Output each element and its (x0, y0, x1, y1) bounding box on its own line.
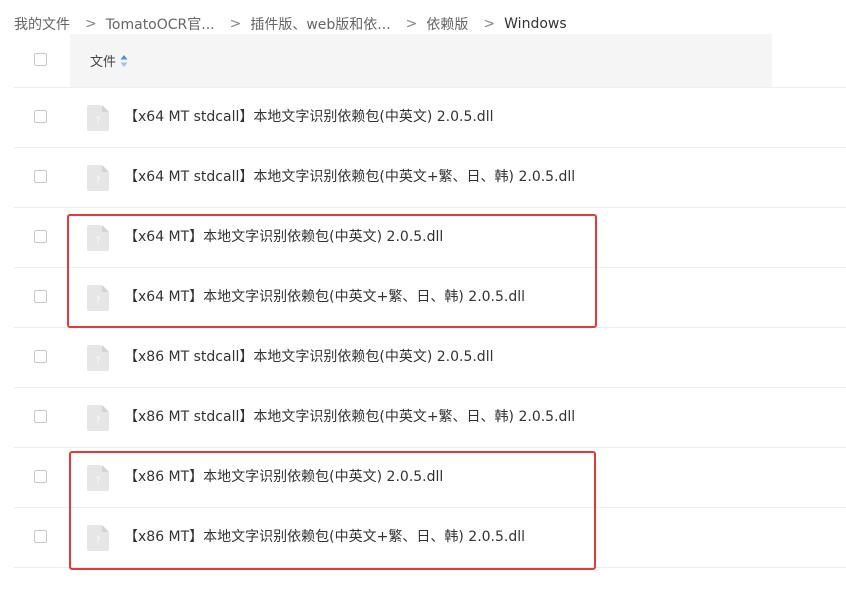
table-row[interactable]: ? 【x86 MT stdcall】本地文字识别依赖包(中英文) 2.0.5.dl… (14, 328, 846, 388)
svg-text:?: ? (96, 296, 101, 306)
row-checkbox[interactable] (34, 350, 47, 363)
row-checkbox[interactable] (34, 530, 47, 543)
breadcrumb-plugin-web[interactable]: 插件版、web版和依... (250, 14, 390, 34)
file-cell: ? 【x64 MT】本地文字识别依赖包(中英文+繁、日、韩) 2.0.5.dll (70, 268, 772, 327)
breadcrumb-separator: > (229, 16, 242, 32)
svg-text:?: ? (96, 236, 101, 246)
file-name-link[interactable]: 【x86 MT】本地文字识别依赖包(中英文) 2.0.5.dll (124, 448, 443, 507)
file-name-link[interactable]: 【x86 MT stdcall】本地文字识别依赖包(中英文) 2.0.5.dll (124, 328, 493, 387)
unknown-file-icon: ? (87, 405, 109, 431)
breadcrumb-separator: > (405, 16, 418, 32)
table-header: 文件 (14, 34, 846, 88)
unknown-file-icon: ? (87, 345, 109, 371)
file-cell: ? 【x64 MT stdcall】本地文字识别依赖包(中英文+繁、日、韩) 2.… (70, 148, 772, 207)
unknown-file-icon: ? (87, 285, 109, 311)
row-checkbox[interactable] (34, 110, 47, 123)
svg-text:?: ? (96, 116, 101, 126)
file-cell: ? 【x86 MT stdcall】本地文字识别依赖包(中英文) 2.0.5.dl… (70, 328, 772, 387)
unknown-file-icon: ? (87, 465, 109, 491)
file-cell: ? 【x86 MT】本地文字识别依赖包(中英文+繁、日、韩) 2.0.5.dll (70, 508, 772, 567)
file-cell: ? 【x86 MT stdcall】本地文字识别依赖包(中英文+繁、日、韩) 2.… (70, 388, 772, 447)
file-name-link[interactable]: 【x86 MT stdcall】本地文字识别依赖包(中英文+繁、日、韩) 2.0… (124, 388, 575, 447)
row-checkbox[interactable] (34, 470, 47, 483)
table-row[interactable]: ? 【x64 MT stdcall】本地文字识别依赖包(中英文) 2.0.5.dl… (14, 88, 846, 148)
svg-text:?: ? (96, 176, 101, 186)
table-row[interactable]: ? 【x64 MT】本地文字识别依赖包(中英文+繁、日、韩) 2.0.5.dll (14, 268, 846, 328)
row-checkbox[interactable] (34, 170, 47, 183)
file-cell: ? 【x86 MT】本地文字识别依赖包(中英文) 2.0.5.dll (70, 448, 772, 507)
file-column-label: 文件 (90, 55, 117, 70)
file-name-link[interactable]: 【x64 MT】本地文字识别依赖包(中英文+繁、日、韩) 2.0.5.dll (124, 268, 525, 327)
file-name-link[interactable]: 【x64 MT stdcall】本地文字识别依赖包(中英文+繁、日、韩) 2.0… (124, 148, 575, 207)
unknown-file-icon: ? (87, 225, 109, 251)
breadcrumb-separator: > (85, 16, 97, 32)
unknown-file-icon: ? (87, 105, 109, 131)
unknown-file-icon: ? (87, 525, 109, 551)
header-file-column[interactable]: 文件 (70, 34, 772, 87)
breadcrumb-my-files[interactable]: 我的文件 (14, 14, 70, 34)
select-all-checkbox[interactable] (34, 53, 47, 66)
file-name-link[interactable]: 【x64 MT】本地文字识别依赖包(中英文) 2.0.5.dll (124, 208, 443, 267)
sort-icon[interactable] (120, 54, 128, 68)
table-row[interactable]: ? 【x86 MT stdcall】本地文字识别依赖包(中英文+繁、日、韩) 2.… (14, 388, 846, 448)
breadcrumb-current-windows: Windows (504, 16, 567, 32)
file-name-link[interactable]: 【x86 MT】本地文字识别依赖包(中英文+繁、日、韩) 2.0.5.dll (124, 508, 525, 567)
table-row[interactable]: ? 【x64 MT stdcall】本地文字识别依赖包(中英文+繁、日、韩) 2.… (14, 148, 846, 208)
svg-text:?: ? (96, 416, 101, 426)
row-checkbox[interactable] (34, 410, 47, 423)
table-row[interactable]: ? 【x64 MT】本地文字识别依赖包(中英文) 2.0.5.dll (14, 208, 846, 268)
breadcrumb-tomatoocr[interactable]: TomatoOCR官... (106, 14, 215, 34)
svg-text:?: ? (96, 536, 101, 546)
table-row[interactable]: ? 【x86 MT】本地文字识别依赖包(中英文) 2.0.5.dll (14, 448, 846, 508)
breadcrumb-separator: > (483, 16, 496, 32)
file-name-link[interactable]: 【x64 MT stdcall】本地文字识别依赖包(中英文) 2.0.5.dll (124, 88, 493, 147)
header-checkbox-cell (14, 34, 70, 87)
breadcrumb-dependency[interactable]: 依赖版 (426, 14, 468, 34)
unknown-file-icon: ? (87, 165, 109, 191)
row-checkbox[interactable] (34, 230, 47, 243)
svg-text:?: ? (96, 356, 101, 366)
svg-text:?: ? (96, 476, 101, 486)
table-row[interactable]: ? 【x86 MT】本地文字识别依赖包(中英文+繁、日、韩) 2.0.5.dll (14, 508, 846, 568)
file-cell: ? 【x64 MT】本地文字识别依赖包(中英文) 2.0.5.dll (70, 208, 772, 267)
breadcrumb: 我的文件 > TomatoOCR官... > 插件版、web版和依... > 依… (14, 14, 567, 34)
row-checkbox[interactable] (34, 290, 47, 303)
file-cell: ? 【x64 MT stdcall】本地文字识别依赖包(中英文) 2.0.5.dl… (70, 88, 772, 147)
